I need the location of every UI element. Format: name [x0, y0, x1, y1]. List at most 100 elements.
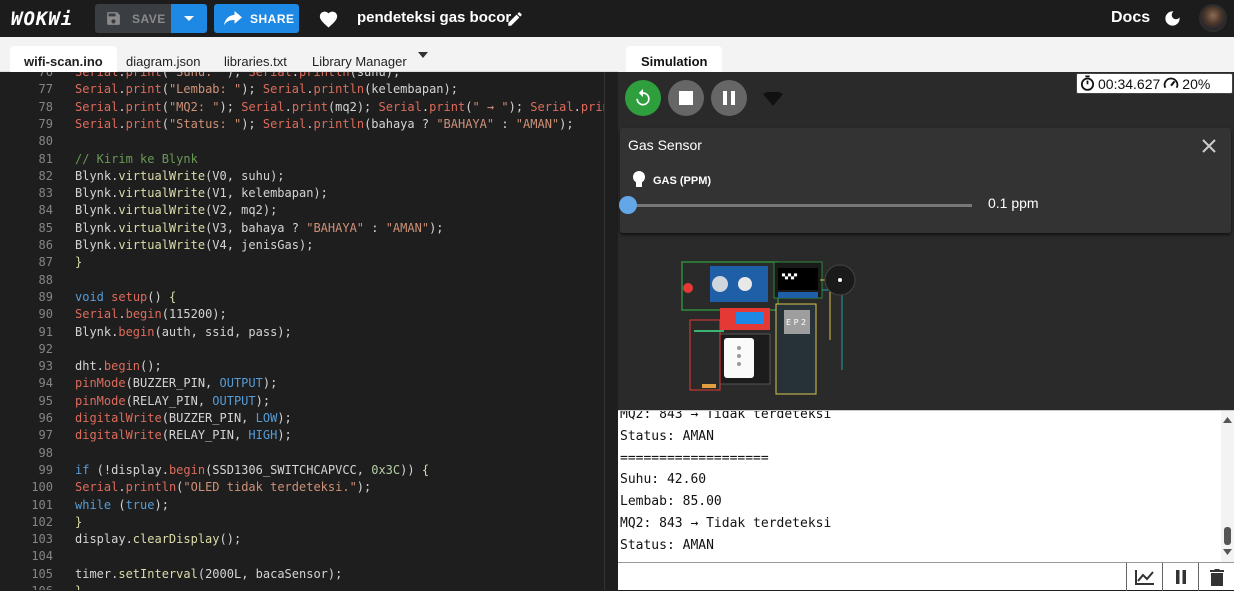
serial-monitor[interactable]: MQ2: 843 → Tidak terdeteksi Status: AMAN =… — [618, 410, 1234, 562]
code-text[interactable]: Blynk.virtualWrite(V4, jenisGas); — [75, 238, 313, 252]
tab-dropdown-caret-icon[interactable] — [418, 52, 428, 58]
code-line[interactable]: 87} — [0, 255, 618, 272]
code-line[interactable]: 95 pinMode(RELAY_PIN, OUTPUT); — [0, 394, 618, 411]
code-line[interactable]: 96 digitalWrite(BUZZER_PIN, LOW); — [0, 411, 618, 428]
share-button[interactable]: SHARE — [214, 4, 299, 33]
code-text[interactable]: } — [75, 255, 82, 269]
code-line[interactable]: 81 // Kirim ke Blynk — [0, 152, 618, 169]
stopwatch-icon — [1080, 75, 1095, 91]
code-text[interactable]: if (!display.begin(SSD1306_SWITCHCAPVCC,… — [75, 463, 429, 477]
gas-ppm-slider-track[interactable] — [628, 204, 972, 207]
wokwi-logo[interactable]: WOKWi — [11, 8, 73, 30]
code-line[interactable]: 105 timer.setInterval(2000L, bacaSensor); — [0, 567, 618, 584]
code-text[interactable]: Blynk.virtualWrite(V2, mq2); — [75, 203, 277, 217]
docs-link[interactable]: Docs — [1111, 9, 1150, 27]
line-number: 77 — [38, 82, 53, 97]
code-text[interactable]: dht.begin(); — [75, 359, 162, 373]
code-text[interactable]: digitalWrite(RELAY_PIN, HIGH); — [75, 428, 292, 442]
tab-libraries-txt[interactable]: libraries.txt — [210, 46, 301, 72]
serial-input-bar[interactable] — [618, 562, 1234, 591]
code-text[interactable]: Serial.print("Suhu: "); Serial.println(s… — [75, 72, 400, 79]
code-text[interactable]: pinMode(RELAY_PIN, OUTPUT); — [75, 394, 270, 408]
tab-wifi-scan-ino[interactable]: wifi-scan.ino — [10, 46, 117, 72]
clear-serial-button[interactable] — [1198, 563, 1234, 591]
code-line[interactable]: 94 pinMode(BUZZER_PIN, OUTPUT); — [0, 376, 618, 393]
share-label: SHARE — [250, 11, 295, 26]
code-line[interactable]: 88 — [0, 273, 618, 290]
code-text[interactable]: Serial.print("Lembab: "); Serial.println… — [75, 82, 458, 96]
editor-scrollbar[interactable] — [604, 72, 618, 590]
code-editor[interactable]: 76 Serial.print("Suhu: "); Serial.println… — [0, 72, 618, 590]
circuit-diagram[interactable]: ▀▄▀▄▀ E P 2 — [680, 260, 920, 400]
line-number: 81 — [38, 151, 53, 166]
red-led[interactable] — [683, 283, 693, 293]
code-line[interactable]: 78 Serial.print("MQ2: "); Serial.print(mq… — [0, 100, 618, 117]
pause-simulation-button[interactable] — [711, 80, 747, 116]
scroll-thumb[interactable] — [1224, 527, 1231, 545]
user-avatar[interactable] — [1199, 4, 1227, 32]
esp32-chip-label: E P 2 — [786, 318, 806, 327]
code-line[interactable]: 100 Serial.println("OLED tidak terdeteksi… — [0, 480, 618, 497]
edit-pencil-icon[interactable] — [506, 10, 524, 28]
code-text[interactable]: Serial.begin(115200); — [75, 307, 227, 321]
code-text[interactable]: // Kirim ke Blynk — [75, 152, 198, 166]
code-text[interactable]: } — [75, 584, 82, 590]
code-text[interactable]: Blynk.begin(auth, ssid, pass); — [75, 325, 292, 339]
project-title[interactable]: pendeteksi gas bocor — [357, 9, 511, 26]
code-text[interactable]: display.clearDisplay(); — [75, 532, 241, 546]
tab-simulation[interactable]: Simulation — [626, 46, 723, 72]
tab-library-manager[interactable]: Library Manager — [298, 46, 421, 72]
restart-simulation-button[interactable] — [625, 80, 661, 116]
code-text[interactable]: while (true); — [75, 498, 169, 512]
serial-monitor-scrollbar[interactable] — [1221, 411, 1234, 562]
code-line[interactable]: 98 — [0, 446, 618, 463]
code-text[interactable]: Blynk.virtualWrite(V3, bahaya ? "BAHAYA"… — [75, 221, 444, 235]
pause-serial-button[interactable] — [1162, 563, 1198, 591]
code-text[interactable]: Serial.print("MQ2: "); Serial.print(mq2)… — [75, 100, 618, 114]
save-options-button[interactable] — [171, 4, 207, 33]
dark-mode-moon-icon[interactable] — [1163, 9, 1182, 28]
code-line[interactable]: 82 Blynk.virtualWrite(V0, suhu); — [0, 169, 618, 186]
line-number: 82 — [38, 168, 53, 183]
simulation-canvas[interactable]: 00:34.627 20% Gas Sensor GAS (PPM) 0.1 p… — [618, 72, 1234, 410]
code-text[interactable]: Blynk.virtualWrite(V1, kelembapan); — [75, 186, 328, 200]
code-text[interactable]: } — [75, 515, 82, 529]
code-text[interactable]: Blynk.virtualWrite(V0, suhu); — [75, 169, 285, 183]
code-text[interactable]: Serial.print("Status: "); Serial.println… — [75, 117, 574, 131]
code-line[interactable]: 102} — [0, 515, 618, 532]
code-line[interactable]: 80 — [0, 134, 618, 151]
code-text[interactable]: void setup() { — [75, 290, 176, 304]
stop-simulation-button[interactable] — [668, 80, 704, 116]
code-line[interactable]: 99 if (!display.begin(SSD1306_SWITCHCAPVC… — [0, 463, 618, 480]
code-line[interactable]: 104 — [0, 549, 618, 566]
code-line[interactable]: 92 — [0, 342, 618, 359]
save-button[interactable]: SAVE — [95, 4, 171, 33]
code-line[interactable]: 103 display.clearDisplay(); — [0, 532, 618, 549]
heart-icon[interactable] — [318, 9, 339, 28]
code-line[interactable]: 77 Serial.print("Lembab: "); Serial.print… — [0, 82, 618, 99]
code-line[interactable]: 89 void setup() { — [0, 290, 618, 307]
gas-ppm-slider-thumb[interactable] — [619, 196, 637, 214]
code-line[interactable]: 85 Blynk.virtualWrite(V3, bahaya ? "BAHAY… — [0, 221, 618, 238]
code-text[interactable]: pinMode(BUZZER_PIN, OUTPUT); — [75, 376, 277, 390]
code-line[interactable]: 90 Serial.begin(115200); — [0, 307, 618, 324]
scroll-down-icon[interactable] — [1223, 549, 1232, 555]
code-text[interactable]: digitalWrite(BUZZER_PIN, LOW); — [75, 411, 292, 425]
close-icon[interactable] — [1202, 139, 1216, 153]
code-line[interactable]: 79 Serial.print("Status: "); Serial.print… — [0, 117, 618, 134]
code-text[interactable]: timer.setInterval(2000L, bacaSensor); — [75, 567, 342, 581]
code-line[interactable]: 76 Serial.print("Suhu: "); Serial.println… — [0, 72, 618, 82]
code-text[interactable]: Serial.println("OLED tidak terdeteksi.")… — [75, 480, 371, 494]
code-line[interactable]: 83 Blynk.virtualWrite(V1, kelembapan); — [0, 186, 618, 203]
code-line[interactable]: 91 Blynk.begin(auth, ssid, pass); — [0, 325, 618, 342]
code-line[interactable]: 84 Blynk.virtualWrite(V2, mq2); — [0, 203, 618, 220]
code-line[interactable]: 106} — [0, 584, 618, 590]
plotter-button[interactable] — [1126, 563, 1162, 591]
scroll-up-icon[interactable] — [1223, 417, 1232, 423]
code-line[interactable]: 101 while (true); — [0, 498, 618, 515]
code-line[interactable]: 86 Blynk.virtualWrite(V4, jenisGas); — [0, 238, 618, 255]
line-number: 84 — [38, 203, 53, 218]
tab-diagram-json[interactable]: diagram.json — [112, 46, 214, 72]
code-line[interactable]: 93 dht.begin(); — [0, 359, 618, 376]
code-line[interactable]: 97 digitalWrite(RELAY_PIN, HIGH); — [0, 428, 618, 445]
